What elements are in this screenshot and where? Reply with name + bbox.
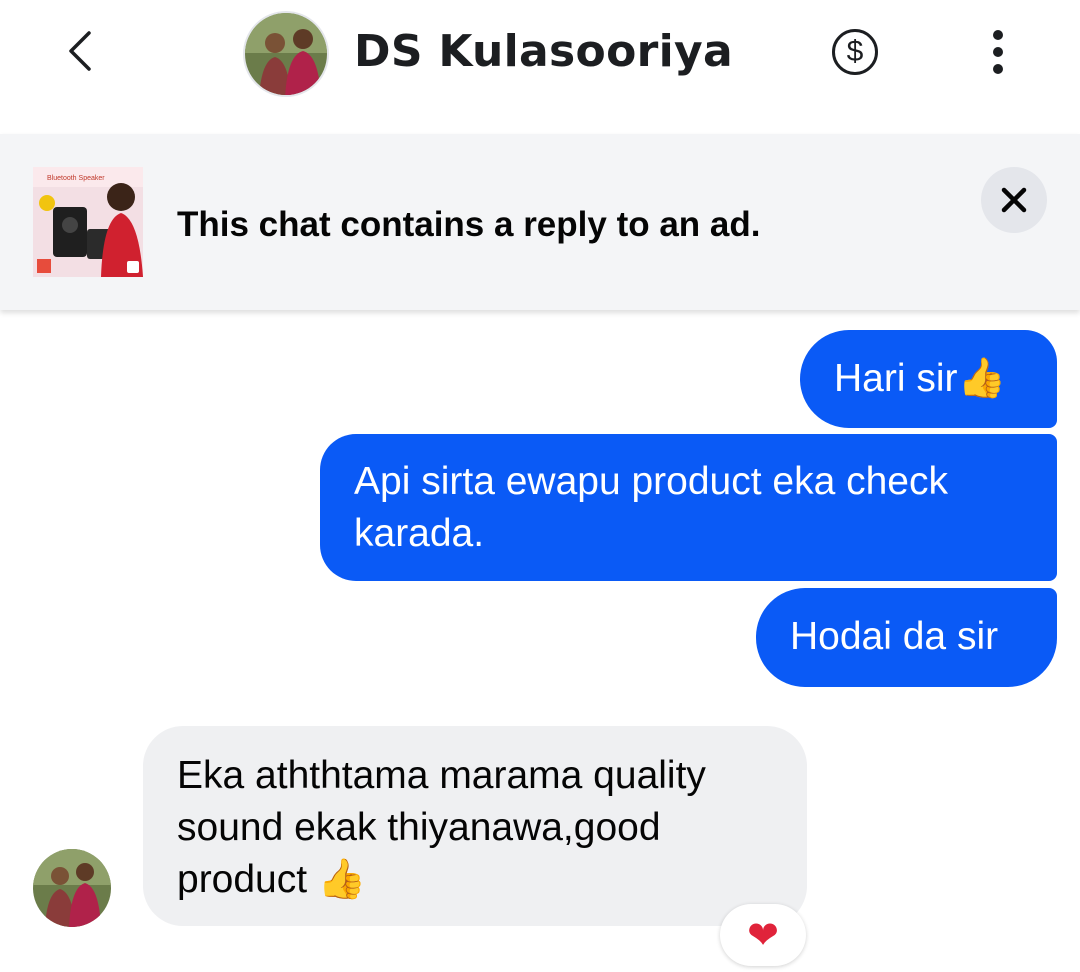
chat-header: DS Kulasooriya $ [0,0,1080,134]
close-banner-button[interactable] [981,167,1047,233]
dot [993,30,1003,40]
close-icon [1001,187,1027,213]
message-bubble-outgoing[interactable]: Hari sir👍 [800,330,1057,428]
message-text: Hari sir [834,357,958,400]
contact-name[interactable]: DS Kulasooriya [354,26,733,77]
back-button[interactable] [52,22,108,80]
message-text-line: sound ekak thiyanawa,good [177,806,661,849]
sender-avatar[interactable] [33,849,111,927]
message-bubble-incoming[interactable]: Eka aththtama marama quality sound ekak … [143,726,807,926]
message-text-line: Eka aththtama marama quality [177,754,706,797]
dollar-circle-icon: $ [846,35,864,68]
message-list[interactable]: Hari sir👍 Api sirta ewapu product eka ch… [0,310,1080,972]
heart-reaction[interactable]: ❤ [720,904,806,966]
more-options-button[interactable] [981,28,1015,76]
ad-thumbnail[interactable]: Bluetooth Speaker [33,167,143,277]
heart-icon: ❤ [747,913,779,957]
ad-reply-banner: Bluetooth Speaker This chat contains a r… [0,134,1080,310]
dot [993,47,1003,57]
message-text: Hodai da sir [790,615,999,658]
dot [993,64,1003,74]
payment-button[interactable]: $ [832,29,878,75]
avatar-photo [245,13,327,95]
message-text: product [177,858,318,901]
message-text-line: karada. [354,512,485,555]
message-text-line: Api sirta ewapu product eka check [354,460,948,503]
avatar-photo [33,849,111,927]
contact-avatar[interactable] [243,11,329,97]
message-text-line-3: product 👍 [177,854,807,906]
chevron-left-icon [69,31,91,71]
message-bubble-outgoing[interactable]: Hodai da sir [756,588,1057,687]
ad-caption: Bluetooth Speaker [47,175,105,182]
ad-image: Bluetooth Speaker [33,167,143,277]
thumbs-up-icon: 👍 [317,857,367,902]
thumbs-up-icon: 👍 [957,356,1007,401]
ad-notice-text: This chat contains a reply to an ad. [177,205,761,244]
message-bubble-outgoing[interactable]: Api sirta ewapu product eka check karada… [320,434,1057,581]
